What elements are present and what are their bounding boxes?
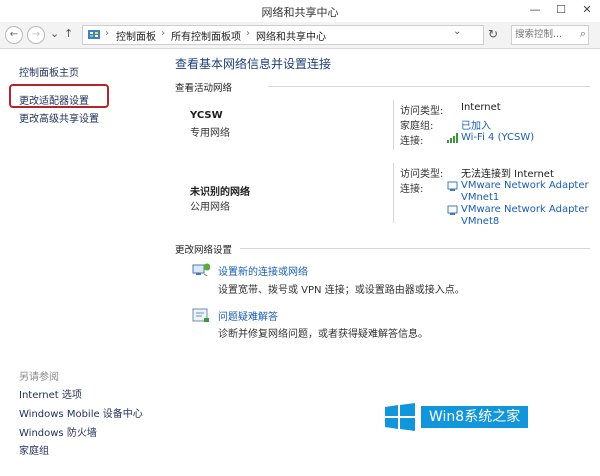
wifi-connection-link[interactable]: Wi-Fi 4 (YCSW) (461, 132, 534, 143)
see-also-header: 另请参阅 (19, 372, 59, 383)
troubleshoot-icon (192, 308, 209, 322)
divider (268, 86, 590, 87)
network-name: YCSW (190, 110, 223, 121)
vmnet1-adapter-link[interactable]: VMware Network Adapter VMnet1 (461, 180, 589, 204)
breadcrumb-network-center[interactable]: 网络和共享中心 (256, 28, 326, 43)
see-also-mobile-center[interactable]: Windows Mobile 设备中心 (19, 405, 143, 420)
divider (393, 100, 394, 150)
title-bar: 网络和共享中心 — ☐ ✕ (0, 0, 600, 23)
page-title: 查看基本网络信息并设置连接 (175, 57, 332, 71)
recent-locations-icon[interactable]: ⌄ (50, 26, 59, 42)
minimize-button[interactable]: — (524, 2, 546, 18)
see-also-internet-options[interactable]: Internet 选项 (19, 386, 82, 401)
ethernet-adapter-icon (447, 205, 458, 215)
troubleshoot-link[interactable]: 问题疑难解答 (218, 308, 278, 323)
back-button[interactable]: ← (5, 26, 23, 44)
connection-label: 连接: (400, 184, 424, 195)
see-also-firewall[interactable]: Windows 防火墙 (19, 424, 97, 439)
address-path[interactable]: › 控制面板 › 所有控制面板项 › 网络和共享中心 ⌄ (82, 25, 484, 45)
search-box[interactable]: ⌕ (511, 25, 589, 45)
watermark: Win8系统之家 (385, 400, 590, 434)
maximize-button[interactable]: ☐ (550, 2, 572, 18)
setup-connection-desc: 设置宽带、拨号或 VPN 连接；或设置路由器或接入点。 (218, 285, 465, 296)
breadcrumb-control-panel[interactable]: 控制面板 (116, 28, 156, 43)
active-networks-header: 查看活动网络 (175, 83, 233, 94)
vmnet8-adapter-link[interactable]: VMware Network Adapter VMnet8 (461, 204, 589, 228)
watermark-text: Win8系统之家 (421, 406, 529, 428)
forward-button[interactable]: → (27, 26, 45, 44)
highlight-box (9, 84, 109, 108)
sidebar-item-home[interactable]: 控制面板主页 (19, 64, 79, 79)
up-button[interactable]: ↑ (64, 26, 73, 42)
network-type: 公用网络 (190, 202, 230, 213)
setup-connection-link[interactable]: 设置新的连接或网络 (218, 263, 308, 278)
network-setup-icon (192, 263, 210, 276)
windows-logo-icon (385, 403, 415, 431)
change-settings-header: 更改网络设置 (175, 245, 233, 256)
search-icon[interactable]: ⌕ (580, 27, 586, 41)
see-also-homegroup[interactable]: 家庭组 (19, 442, 49, 457)
control-panel-icon (88, 30, 100, 39)
access-type-value: Internet (461, 102, 501, 113)
refresh-icon[interactable]: ↻ (488, 26, 498, 42)
access-type-value: 无法连接到 Internet (461, 169, 554, 180)
homegroup-label: 家庭组: (400, 121, 434, 132)
network-type: 专用网络 (190, 128, 230, 139)
ethernet-adapter-icon (447, 181, 458, 191)
connection-label: 连接: (400, 136, 424, 147)
access-type-label: 访问类型: (400, 169, 444, 180)
search-input[interactable] (515, 27, 573, 41)
address-bar: ← → ⌄ ↑ › 控制面板 › 所有控制面板项 › 网络和共享中心 ⌄ ↻ ⌕ (0, 22, 600, 49)
wifi-signal-icon (447, 133, 458, 143)
sidebar-item-sharing[interactable]: 更改高级共享设置 (19, 110, 99, 125)
close-button[interactable]: ✕ (576, 2, 598, 18)
divider (240, 248, 590, 249)
homegroup-link[interactable]: 已加入 (461, 117, 491, 132)
troubleshoot-desc: 诊断并修复网络问题，或者获得疑难解答信息。 (218, 329, 428, 340)
network-name: 未识别的网络 (190, 187, 250, 198)
window-title: 网络和共享中心 (261, 6, 339, 19)
breadcrumb-all-items[interactable]: 所有控制面板项 (171, 28, 241, 43)
divider (393, 163, 394, 223)
access-type-label: 访问类型: (400, 106, 444, 117)
address-dropdown-icon[interactable]: ⌄ (453, 26, 461, 37)
